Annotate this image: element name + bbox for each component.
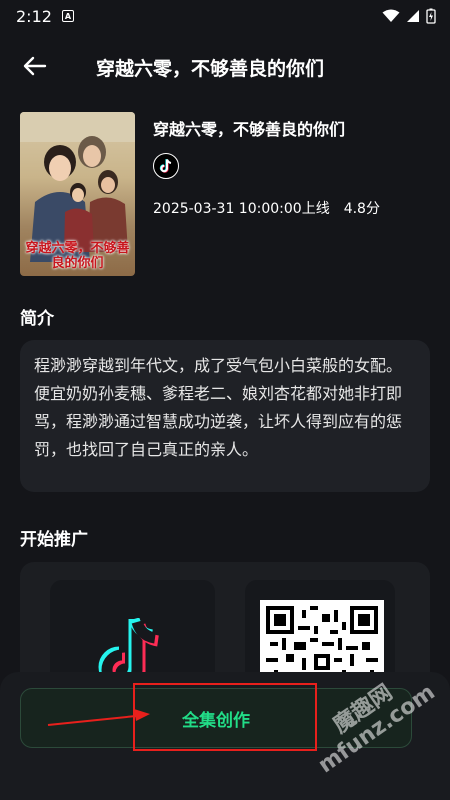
- back-button[interactable]: [20, 52, 50, 80]
- battery-icon: [426, 8, 436, 24]
- back-arrow-icon: [23, 56, 47, 76]
- page-title: 穿越六零，不够善良的你们: [96, 58, 325, 80]
- status-time: 2:12: [16, 6, 52, 26]
- release-time: 2025-03-31 10:00:00上线: [153, 201, 330, 217]
- signal-icon: [407, 10, 419, 22]
- poster-title: 穿越六零，不够善良的你们: [25, 240, 130, 272]
- highlight-annotation: [133, 683, 317, 751]
- tiktok-icon: [153, 153, 179, 179]
- notification-icon: A: [61, 10, 74, 22]
- header: 穿越六零，不够善良的你们: [0, 40, 450, 92]
- drama-title: 穿越六零，不够善良的你们: [153, 120, 346, 139]
- wifi-icon: [382, 9, 400, 22]
- drama-meta: 2025-03-31 10:00:00上线 4.8分: [153, 198, 380, 218]
- status-bar: 2:12 A: [0, 0, 450, 32]
- intro-text: 程渺渺穿越到年代文，成了受气包小白菜般的女配。便宜奶奶孙麦穗、爹程老二、娘刘杏花…: [20, 340, 430, 492]
- intro-heading: 简介: [20, 309, 54, 329]
- drama-poster: 穿越六零，不够善良的你们: [20, 112, 135, 276]
- promo-heading: 开始推广: [20, 530, 88, 550]
- rating: 4.8分: [343, 201, 380, 217]
